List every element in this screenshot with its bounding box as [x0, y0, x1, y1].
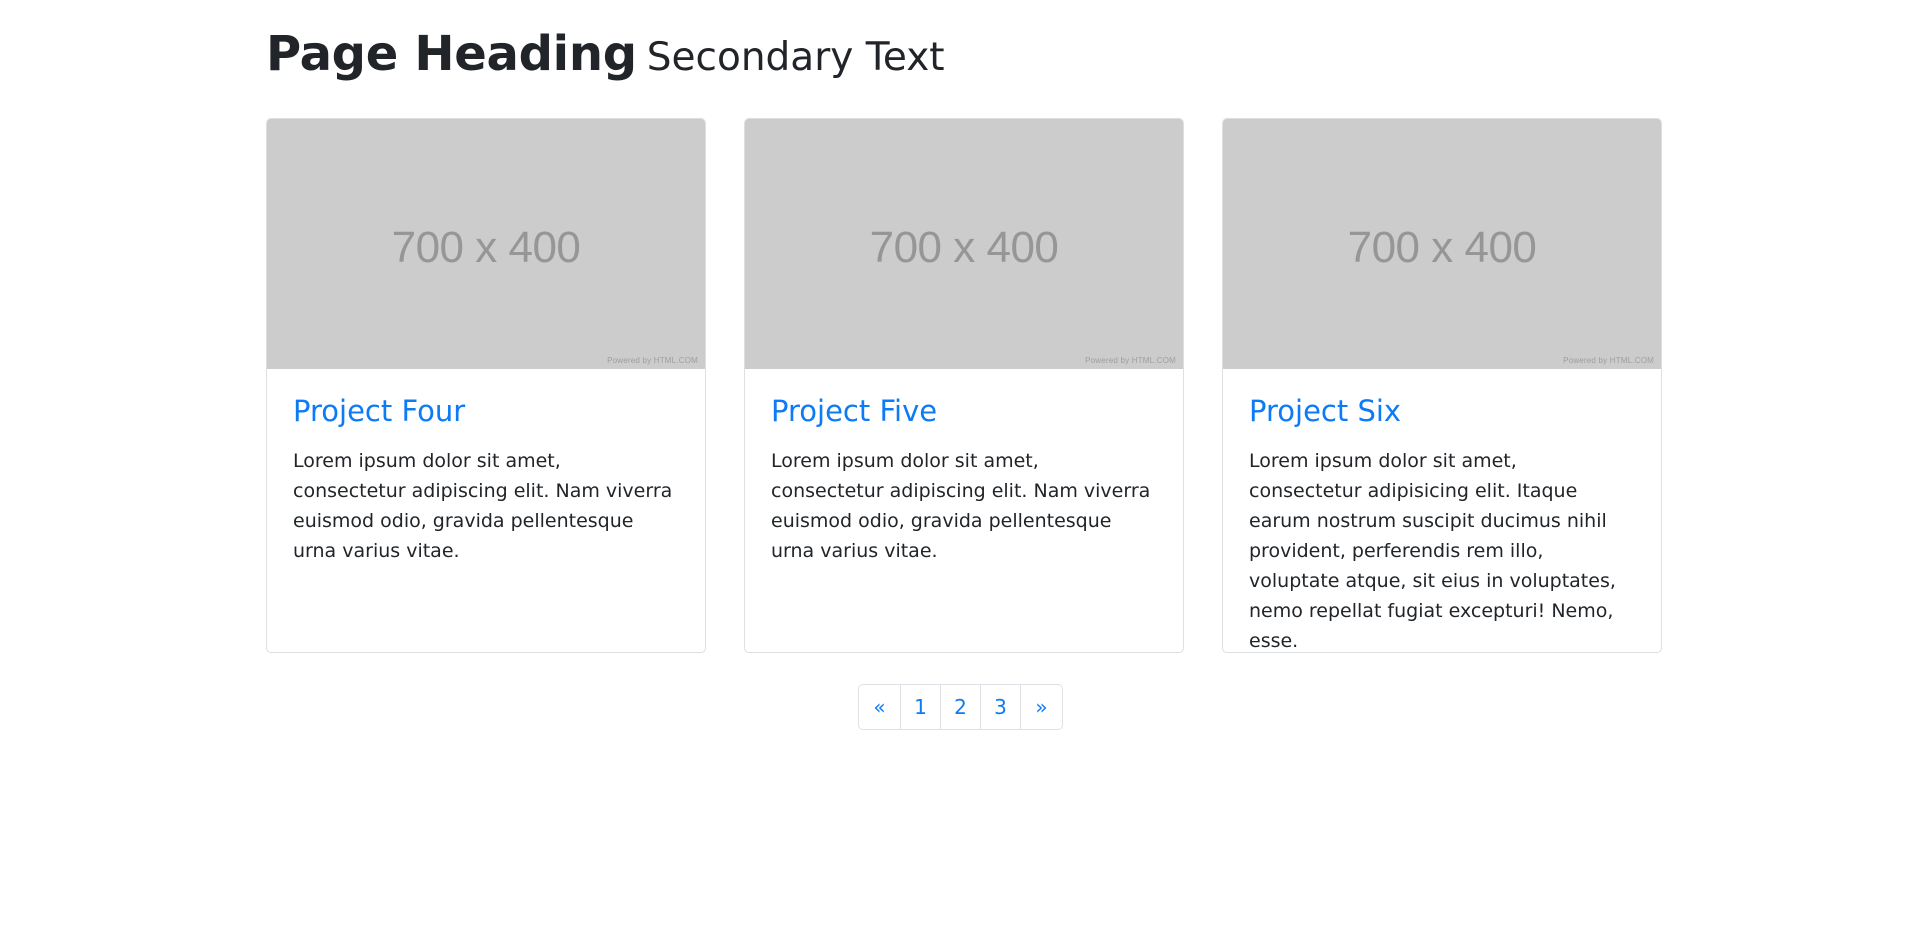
pagination-next-button[interactable]: »: [1020, 684, 1063, 730]
project-card: 700 x 400 Powered by HTML.COM Project Fo…: [266, 118, 706, 653]
card-text: Lorem ipsum dolor sit amet, consectetur …: [293, 450, 673, 563]
card-title: Project Four: [293, 394, 679, 428]
card-title: Project Five: [771, 394, 1157, 428]
page-title: Page Heading: [266, 26, 637, 82]
pagination-page-item: 3: [980, 684, 1021, 730]
project-card: 700 x 400 Powered by HTML.COM Project Fi…: [744, 118, 1184, 653]
card-title-link[interactable]: Project Four: [293, 394, 465, 428]
pagination-page-item: 1: [900, 684, 941, 730]
pagination-prev-item: «: [858, 684, 901, 730]
pagination-prev-button[interactable]: «: [858, 684, 901, 730]
card-image-placeholder[interactable]: 700 x 400 Powered by HTML.COM: [1223, 119, 1661, 369]
pagination-next-item: »: [1020, 684, 1063, 730]
image-credit: Powered by HTML.COM: [1563, 356, 1654, 365]
image-size-label: 700 x 400: [869, 223, 1059, 272]
pagination-page-2[interactable]: 2: [940, 684, 981, 730]
card-image-placeholder[interactable]: 700 x 400 Powered by HTML.COM: [745, 119, 1183, 369]
card-title-link[interactable]: Project Five: [771, 394, 937, 428]
card-body: Project Four Lorem ipsum dolor sit amet,…: [267, 369, 705, 586]
image-credit: Powered by HTML.COM: [607, 356, 698, 365]
card-title-link[interactable]: Project Six: [1249, 394, 1401, 428]
page-subtitle: Secondary Text: [646, 35, 945, 80]
card-body: Project Six Lorem ipsum dolor sit amet, …: [1223, 369, 1661, 653]
card-body: Project Five Lorem ipsum dolor sit amet,…: [745, 369, 1183, 586]
project-card: 700 x 400 Powered by HTML.COM Project Si…: [1222, 118, 1662, 653]
card-text: Lorem ipsum dolor sit amet, consectetur …: [771, 450, 1151, 563]
pagination: « 1 2 3 »: [858, 684, 1063, 730]
project-cards: 700 x 400 Powered by HTML.COM Project Fo…: [266, 118, 1662, 653]
card-image-placeholder[interactable]: 700 x 400 Powered by HTML.COM: [267, 119, 705, 369]
pagination-page-3[interactable]: 3: [980, 684, 1021, 730]
pagination-page-item: 2: [940, 684, 981, 730]
page-heading: Page Heading Secondary Text: [266, 30, 945, 78]
card-title: Project Six: [1249, 394, 1635, 428]
image-size-label: 700 x 400: [391, 223, 581, 272]
image-size-label: 700 x 400: [1347, 223, 1537, 272]
image-credit: Powered by HTML.COM: [1085, 356, 1176, 365]
card-text: Lorem ipsum dolor sit amet, consectetur …: [1249, 450, 1616, 653]
pagination-page-1[interactable]: 1: [900, 684, 941, 730]
